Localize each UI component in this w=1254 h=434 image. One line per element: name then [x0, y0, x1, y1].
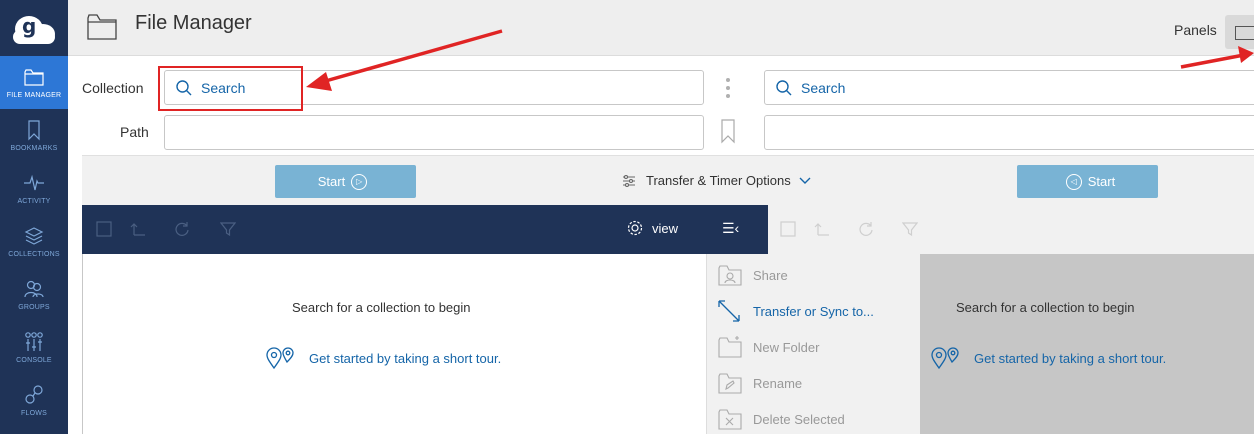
start-label: Start: [317, 174, 346, 189]
menu-item-label: Delete Selected: [753, 411, 845, 427]
flows-icon: [25, 385, 43, 404]
transfer-arrow-icon: [718, 300, 740, 322]
delete-icon: [718, 409, 742, 430]
cloud-logo-icon: g: [11, 10, 57, 46]
left-panel-toolbar: view ☰‹: [82, 205, 768, 254]
menu-item-delete[interactable]: Delete Selected: [707, 404, 921, 434]
start-label: Start: [1087, 174, 1116, 189]
rename-icon: [718, 373, 742, 394]
collections-icon: [24, 227, 44, 245]
filter-icon[interactable]: [902, 221, 918, 237]
collection-label: Collection: [82, 80, 144, 96]
sidebar-item-label: FLOWS: [21, 410, 47, 417]
bookmark-icon[interactable]: [719, 118, 737, 144]
sliders-icon: [623, 174, 635, 187]
menu-item-label: Share: [753, 267, 788, 283]
tour-link[interactable]: Get started by taking a short tour.: [265, 346, 501, 370]
right-path-input[interactable]: [764, 115, 1254, 150]
left-path-input[interactable]: [164, 115, 704, 150]
tour-link-text: Get started by taking a short tour.: [974, 350, 1167, 366]
sidebar-item-activity[interactable]: ACTIVITY: [0, 162, 68, 215]
sidebar-item-label: FILE MANAGER: [6, 92, 62, 99]
view-options-button[interactable]: view: [626, 219, 678, 237]
transfer-bar: Start ▷ Transfer & Timer Options ◁ Start: [82, 155, 1254, 205]
empty-message: Search for a collection to begin: [956, 300, 1135, 315]
panel-layout-icon: [1235, 26, 1254, 40]
view-label: view: [652, 220, 679, 236]
gear-icon: [627, 220, 643, 236]
folder-icon: [24, 69, 44, 86]
menu-item-label: Transfer or Sync to...: [753, 303, 874, 319]
header-bar: File Manager Panels: [68, 0, 1254, 56]
sidebar-item-flows[interactable]: FLOWS: [0, 374, 68, 427]
select-all-checkbox[interactable]: [780, 221, 796, 237]
console-icon: [25, 332, 43, 351]
sidebar-item-label: BOOKMARKS: [10, 145, 58, 152]
share-icon: [718, 265, 742, 286]
activity-icon: [24, 174, 44, 191]
right-file-panel: Search for a collection to begin Get sta…: [920, 254, 1254, 434]
page-title: File Manager: [135, 12, 252, 34]
refresh-icon[interactable]: [174, 221, 190, 237]
menu-item-label: New Folder: [753, 339, 820, 355]
sidebar-item-label: ACTIVITY: [17, 198, 51, 205]
chevron-down-icon: [799, 177, 811, 184]
sidebar-item-console[interactable]: CONSOLE: [0, 321, 68, 374]
left-file-panel: Search for a collection to begin Get sta…: [82, 254, 706, 434]
panels-label: Panels: [1174, 22, 1217, 38]
filter-icon[interactable]: [220, 221, 236, 237]
panels-toggle-button[interactable]: [1225, 15, 1254, 49]
sidebar-item-bookmarks[interactable]: BOOKMARKS: [0, 109, 68, 162]
search-placeholder: Search: [801, 80, 846, 96]
path-label: Path: [120, 124, 149, 140]
search-icon: [776, 80, 792, 96]
menu-collapse-toggle[interactable]: ☰‹: [722, 220, 739, 237]
kebab-menu-icon[interactable]: [725, 78, 731, 102]
sidebar-item-label: CONSOLE: [16, 357, 52, 364]
play-left-icon: ◁: [1065, 173, 1082, 190]
up-folder-icon[interactable]: [814, 221, 830, 237]
map-pins-icon: [266, 347, 294, 370]
bookmark-icon: [28, 120, 40, 141]
file-actions-menu: Share Transfer or Sync to... New Folder …: [706, 254, 920, 434]
groups-icon: [24, 280, 44, 298]
tour-link-text: Get started by taking a short tour.: [309, 350, 502, 366]
right-collection-search-input[interactable]: Search: [764, 70, 1254, 105]
menu-item-share[interactable]: Share: [707, 260, 921, 290]
map-pins-icon: [931, 347, 959, 370]
sidebar-item-collections[interactable]: COLLECTIONS: [0, 215, 68, 268]
refresh-icon[interactable]: [858, 221, 874, 237]
folder-icon: [87, 14, 117, 40]
right-start-button[interactable]: ◁ Start: [1017, 165, 1158, 198]
empty-message: Search for a collection to begin: [292, 300, 471, 315]
globus-logo[interactable]: g: [0, 0, 68, 56]
left-start-button[interactable]: Start ▷: [275, 165, 416, 198]
tour-link[interactable]: Get started by taking a short tour.: [930, 346, 1166, 370]
menu-item-new-folder[interactable]: New Folder: [707, 332, 921, 362]
play-right-icon: ▷: [351, 173, 368, 190]
sidebar-item-label: COLLECTIONS: [8, 251, 60, 258]
transfer-timer-options-toggle[interactable]: Transfer & Timer Options: [622, 173, 811, 188]
select-all-checkbox[interactable]: [96, 221, 112, 237]
annotation-highlight-box: [158, 66, 303, 111]
sidebar-item-file-manager[interactable]: FILE MANAGER: [0, 56, 68, 109]
new-folder-icon: [718, 336, 742, 358]
up-folder-icon[interactable]: [130, 221, 146, 237]
menu-item-transfer-sync[interactable]: Transfer or Sync to...: [707, 296, 921, 326]
sidebar-item-label: GROUPS: [18, 304, 50, 311]
menu-item-rename[interactable]: Rename: [707, 368, 921, 398]
sidebar: g FILE MANAGER BOOKMARKS ACTIVITY COLLEC…: [0, 0, 68, 434]
right-panel-toolbar: [768, 205, 1254, 254]
transfer-options-label: Transfer & Timer Options: [646, 173, 791, 188]
menu-item-label: Rename: [753, 375, 803, 391]
sidebar-item-groups[interactable]: GROUPS: [0, 268, 68, 321]
